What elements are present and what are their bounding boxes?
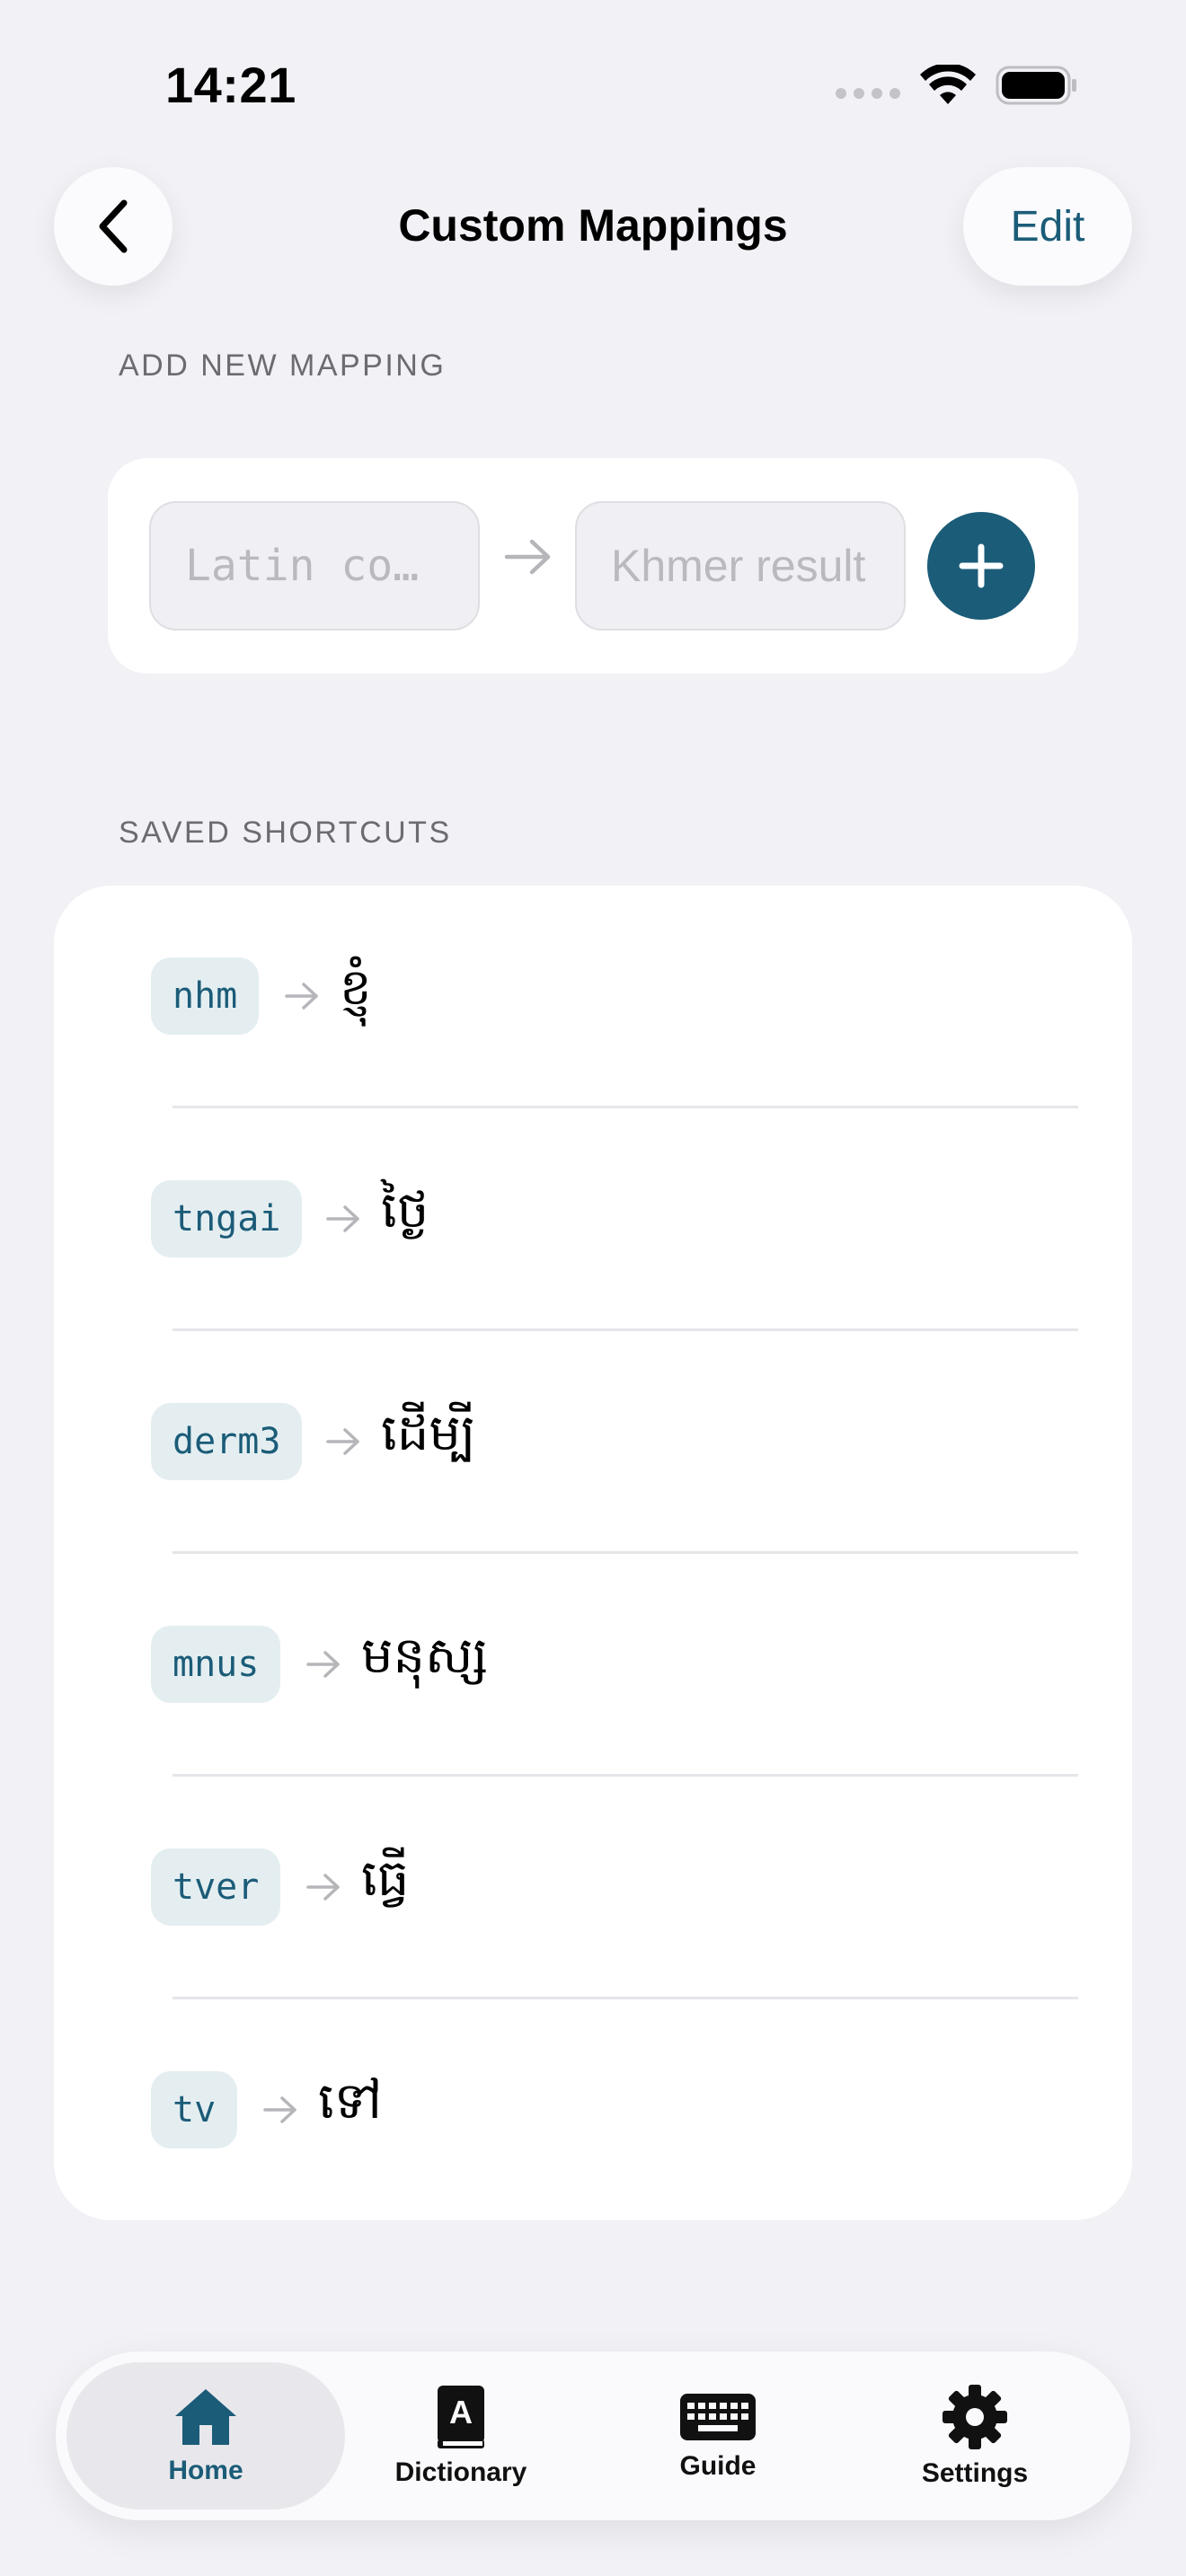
- list-item[interactable]: derm3 ដើម្បី: [54, 1331, 1132, 1554]
- wifi-icon: [920, 65, 976, 104]
- tab-dictionary[interactable]: A Dictionary: [322, 2362, 600, 2510]
- add-mapping-section-label: ADD NEW MAPPING: [119, 348, 447, 383]
- arrow-right-icon: [306, 1874, 340, 1901]
- latin-code-pill: tngai: [151, 1180, 303, 1257]
- keyboard-icon: [680, 2394, 756, 2440]
- tab-label: Guide: [679, 2451, 757, 2481]
- latin-code-pill: nhm: [151, 957, 260, 1035]
- cellular-signal-icon: [836, 88, 900, 99]
- khmer-result: ថ្ងៃ: [381, 1181, 429, 1239]
- khmer-result: ខ្ញុំ: [340, 958, 372, 1017]
- plus-icon: [959, 543, 1004, 588]
- list-item[interactable]: tngai ថ្ងៃ: [54, 1108, 1132, 1331]
- latin-code-input[interactable]: Latin co…: [149, 501, 480, 631]
- edit-button[interactable]: Edit: [963, 167, 1132, 286]
- tab-guide[interactable]: Guide: [579, 2362, 857, 2510]
- status-icons: [836, 65, 1078, 106]
- khmer-result-input[interactable]: Khmer result: [575, 501, 906, 631]
- tab-label: Settings: [921, 2458, 1029, 2488]
- saved-shortcuts-list: nhm ខ្ញុំ tngai ថ្ងៃ derm3 ដើម្បី mnus ម…: [54, 886, 1132, 2220]
- list-item[interactable]: mnus មនុស្ស: [54, 1554, 1132, 1777]
- arrow-right-icon: [285, 983, 318, 1010]
- battery-icon: [996, 66, 1076, 105]
- list-item[interactable]: nhm ខ្ញុំ: [54, 886, 1132, 1108]
- list-item[interactable]: tver ធ្វើ: [54, 1777, 1132, 1999]
- latin-code-pill: mnus: [151, 1626, 281, 1703]
- custom-mappings-screen: 14:21 Custom Mappings Edit ADD NEW MAPPI…: [0, 0, 1186, 2576]
- house-icon: [175, 2389, 236, 2445]
- arrow-right-icon: [326, 1205, 359, 1232]
- gear-icon: [943, 2385, 1007, 2449]
- dictionary-book-icon: A: [438, 2386, 484, 2448]
- khmer-result: ដើម្បី: [381, 1404, 476, 1462]
- khmer-result: មនុស្ស: [361, 1627, 489, 1685]
- add-mapping-button[interactable]: [927, 512, 1035, 620]
- saved-shortcuts-section-label: SAVED SHORTCUTS: [119, 816, 452, 850]
- latin-code-pill: tv: [151, 2071, 238, 2148]
- tab-home[interactable]: Home: [66, 2362, 345, 2510]
- arrow-right-icon: [306, 1651, 340, 1678]
- latin-code-pill: tver: [151, 1848, 281, 1926]
- list-item[interactable]: tv ទៅ: [54, 1999, 1132, 2222]
- tab-settings[interactable]: Settings: [836, 2362, 1114, 2510]
- tab-label: Home: [168, 2456, 243, 2485]
- status-time: 14:21: [165, 57, 296, 113]
- arrow-right-icon: [326, 1428, 359, 1455]
- arrow-right-icon: [263, 2096, 296, 2123]
- svg-text:A: A: [449, 2394, 473, 2430]
- khmer-result: ទៅ: [318, 2072, 383, 2130]
- tab-label: Dictionary: [394, 2457, 527, 2487]
- khmer-result: ធ្វើ: [361, 1849, 410, 1908]
- tab-bar: Home A Dictionary Guide Settings: [56, 2351, 1130, 2520]
- arrow-right-icon: [504, 539, 551, 575]
- add-mapping-card: Latin co… Khmer result: [108, 458, 1078, 674]
- latin-code-pill: derm3: [151, 1403, 303, 1480]
